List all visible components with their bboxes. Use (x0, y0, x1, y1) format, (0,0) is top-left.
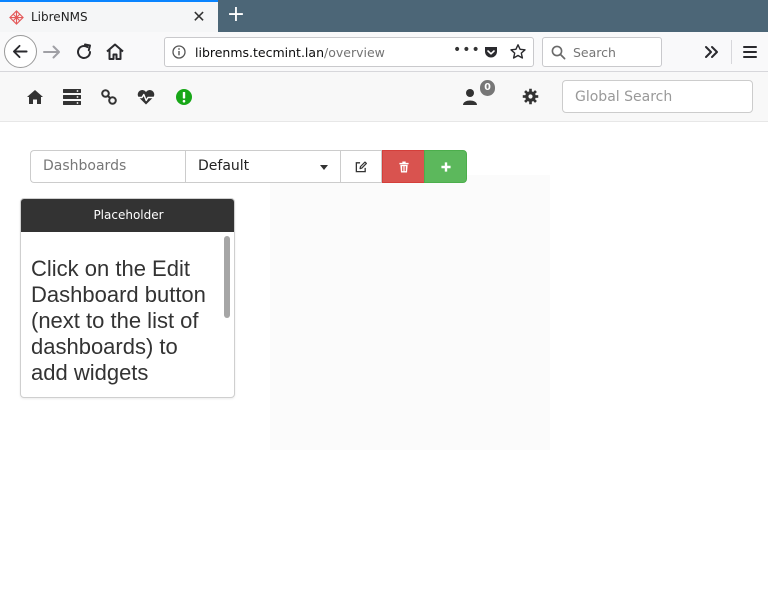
tab-strip: LibreNMS ✕ + (0, 0, 768, 32)
alert-icon[interactable] (175, 88, 193, 106)
search-icon (551, 45, 566, 60)
page-actions-icon[interactable]: ••• (453, 42, 481, 58)
widget-scrollbar-thumb[interactable] (224, 236, 230, 318)
toolbar-separator (731, 40, 732, 64)
trash-icon (398, 161, 409, 172)
heartbeat-icon[interactable] (136, 88, 156, 106)
widget-title[interactable]: Placeholder (21, 199, 234, 232)
overflow-chevron-icon[interactable] (700, 40, 724, 64)
server-icon[interactable] (62, 88, 82, 106)
tab-librenms[interactable]: LibreNMS ✕ (0, 0, 218, 32)
url-text: librenms.tecmint.lan/overview (195, 45, 385, 60)
dashboards-label: Dashboards (30, 150, 186, 183)
edit-icon (355, 160, 367, 172)
pocket-icon[interactable] (483, 44, 499, 60)
add-dashboard-button[interactable] (424, 150, 467, 183)
url-host: librenms.tecmint.lan (195, 45, 324, 60)
librenms-favicon-icon (9, 10, 24, 25)
new-tab-button[interactable]: + (224, 2, 248, 30)
user-icon[interactable] (462, 88, 478, 106)
dashboard-select[interactable]: Default (185, 150, 341, 183)
gear-icon[interactable] (522, 88, 539, 105)
delete-dashboard-button[interactable] (382, 150, 425, 183)
back-button[interactable] (4, 35, 37, 68)
placeholder-widget: Placeholder Click on the Edit Dashboard … (20, 198, 235, 398)
widget-body-text: Click on the Edit Dashboard button (next… (31, 256, 206, 385)
notification-count-badge[interactable]: 0 (480, 80, 495, 96)
forward-icon[interactable] (40, 40, 64, 64)
global-search-input[interactable] (562, 80, 753, 113)
dashboard-select-value: Default (198, 158, 250, 174)
link-icon[interactable] (100, 88, 118, 106)
background-watermark (270, 175, 550, 450)
home-icon[interactable] (26, 88, 44, 106)
browser-toolbar: librenms.tecmint.lan/overview ••• (0, 32, 768, 72)
reload-icon[interactable] (72, 40, 96, 64)
url-bar[interactable]: librenms.tecmint.lan/overview ••• (164, 37, 534, 67)
browser-search-input[interactable] (573, 44, 659, 60)
close-tab-icon[interactable]: ✕ (190, 8, 208, 26)
browser-search-bar[interactable] (542, 37, 662, 67)
hamburger-menu-icon[interactable] (738, 40, 762, 64)
edit-dashboard-button[interactable] (340, 150, 382, 183)
plus-icon (440, 161, 451, 172)
tab-title: LibreNMS (31, 10, 88, 24)
url-path: /overview (324, 45, 385, 60)
bookmark-star-icon[interactable] (509, 43, 527, 61)
home-browser-icon[interactable] (103, 40, 127, 64)
info-icon[interactable] (172, 45, 186, 59)
arrow-left-icon (12, 44, 28, 59)
caret-down-icon (320, 165, 328, 170)
